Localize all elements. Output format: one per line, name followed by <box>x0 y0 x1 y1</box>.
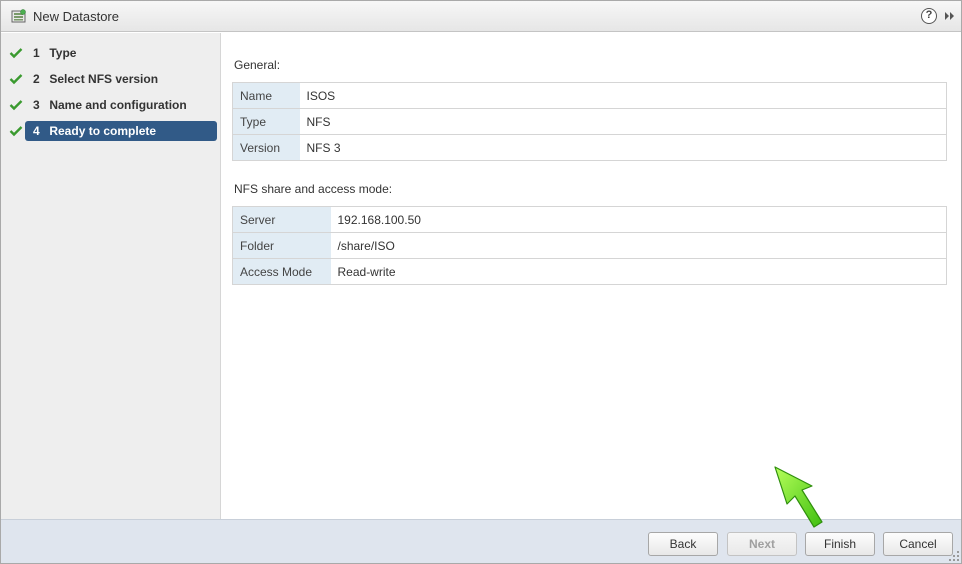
property-key: Access Mode <box>232 258 331 285</box>
step-number: 3 <box>33 98 40 112</box>
property-key: Name <box>232 82 300 109</box>
step-number: 1 <box>33 46 40 60</box>
step-number: 4 <box>33 124 40 138</box>
title-bar[interactable]: New Datastore ? <box>1 1 961 32</box>
general-section-title: General: <box>234 58 281 72</box>
property-key: Server <box>232 206 331 233</box>
checkmark-icon <box>9 100 23 111</box>
property-value: ISOS <box>299 82 947 109</box>
resize-grip-icon[interactable] <box>948 550 960 562</box>
step-label: Select NFS version <box>49 72 159 86</box>
step-name-and-configuration[interactable]: 3 Name and configuration <box>1 95 221 115</box>
step-label: Ready to complete <box>49 124 157 138</box>
table-row: Folder /share/ISO <box>232 232 947 259</box>
table-row: Server 192.168.100.50 <box>232 206 947 233</box>
table-row: Version NFS 3 <box>232 134 947 161</box>
finish-button[interactable]: Finish <box>805 532 875 556</box>
table-row: Access Mode Read-write <box>232 258 947 285</box>
checkmark-icon <box>9 126 23 137</box>
property-key: Type <box>232 108 300 135</box>
next-button: Next <box>727 532 797 556</box>
property-value: NFS 3 <box>306 140 341 155</box>
back-button[interactable]: Back <box>648 532 718 556</box>
dialog-footer: Back Next Finish Cancel <box>1 519 961 563</box>
general-properties-table: Name ISOS Type NFS Version NFS 3 <box>232 82 947 161</box>
property-value: Read-write <box>337 264 396 279</box>
cancel-button[interactable]: Cancel <box>883 532 953 556</box>
checkmark-icon <box>9 74 23 85</box>
property-value: /share/ISO <box>330 232 947 259</box>
property-value: NFS <box>299 108 947 135</box>
property-key: Folder <box>232 232 331 259</box>
step-select-nfs-version[interactable]: 2 Select NFS version <box>1 69 221 89</box>
nfs-properties-table: Server 192.168.100.50 Folder /share/ISO … <box>232 206 947 285</box>
wizard-steps-sidebar: 1 Type 2 Select NFS version 3 Name and c… <box>1 33 221 519</box>
step-label: Name and configuration <box>49 98 187 112</box>
summary-panel: General: Name ISOS Type NFS Version NFS … <box>222 33 961 519</box>
checkmark-icon <box>9 48 23 59</box>
datastore-icon <box>11 9 26 23</box>
step-ready-to-complete[interactable]: 4 Ready to complete <box>1 121 221 141</box>
step-type[interactable]: 1 Type <box>1 43 221 63</box>
dialog-title: New Datastore <box>33 9 119 24</box>
double-chevron-right-icon[interactable] <box>943 9 957 23</box>
property-value: 192.168.100.50 <box>330 206 947 233</box>
help-icon[interactable]: ? <box>921 8 937 24</box>
new-datastore-dialog: New Datastore ? 1 Type 2 Select NFS vers… <box>0 0 962 564</box>
step-number: 2 <box>33 72 40 86</box>
property-key: Version <box>232 134 300 161</box>
table-row: Type NFS <box>232 108 947 135</box>
step-label: Type <box>49 46 77 60</box>
table-row: Name ISOS <box>232 82 947 109</box>
nfs-section-title: NFS share and access mode: <box>234 182 393 196</box>
